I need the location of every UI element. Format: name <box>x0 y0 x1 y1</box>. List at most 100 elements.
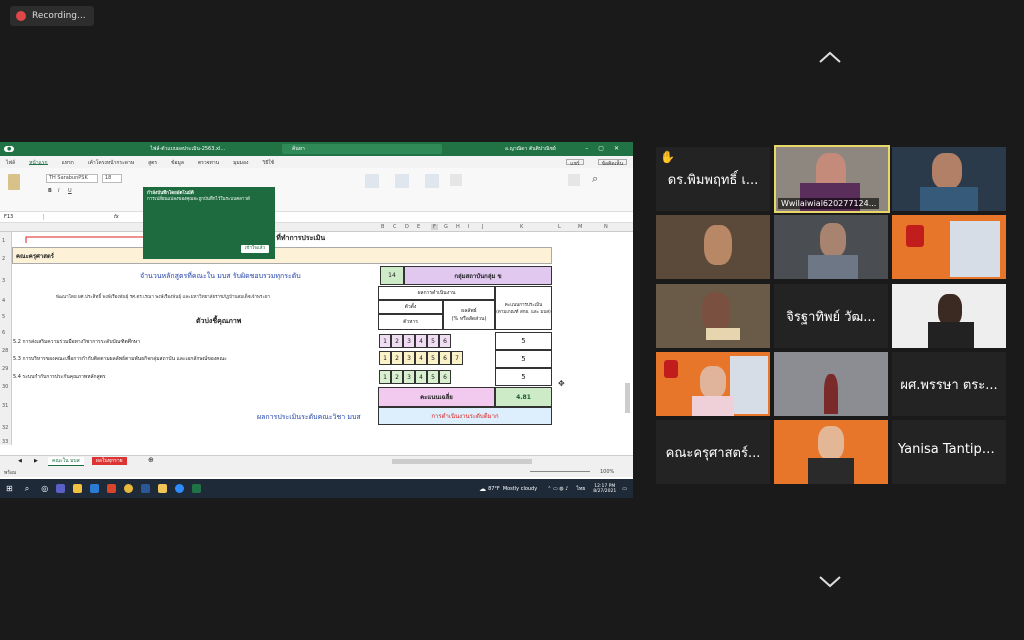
participant-tile[interactable]: จิรฐาทิพย์ วัฒ... <box>774 284 888 348</box>
participant-tile[interactable]: ✋ ดร.พิมพฤทธิ์ เ... <box>656 147 770 211</box>
explorer-icon[interactable] <box>158 484 168 493</box>
tab-view[interactable]: มุมมอง <box>233 159 248 166</box>
windows-start-icon[interactable]: ⊞ <box>6 484 13 493</box>
level-cell[interactable]: 7 <box>451 351 463 365</box>
participant-tile[interactable] <box>774 420 888 484</box>
level-cell[interactable]: 6 <box>439 334 451 348</box>
level-cell[interactable]: 2 <box>391 334 403 348</box>
tooltip-ok-button[interactable]: เข้าใจแล้ว <box>240 245 269 253</box>
participant-tile[interactable] <box>774 215 888 279</box>
tab-formulas[interactable]: สูตร <box>148 159 157 166</box>
score-5-3[interactable]: 5 <box>495 350 552 368</box>
level-cell[interactable]: 2 <box>391 370 403 384</box>
indicator-5-4[interactable]: 5.4 ระบบกำกับการประกันคุณภาพหลักสูตร <box>13 370 106 384</box>
paste-icon[interactable] <box>8 174 20 190</box>
participant-tile[interactable] <box>892 215 1006 279</box>
bold-button[interactable]: B <box>48 188 52 194</box>
participant-tile[interactable] <box>656 284 770 348</box>
tab-insert[interactable]: แทรก <box>62 159 74 166</box>
level-cell[interactable]: 6 <box>439 370 451 384</box>
level-cell[interactable]: 5 <box>427 370 439 384</box>
add-sheet-icon[interactable]: ⊕ <box>148 456 154 464</box>
level-cell[interactable]: 4 <box>415 370 427 384</box>
language-indicator[interactable]: ไทย <box>576 485 585 493</box>
sort-filter-icon[interactable] <box>568 174 580 186</box>
notification-icon[interactable]: ▭ <box>622 486 627 492</box>
chevron-up-icon[interactable] <box>818 50 842 64</box>
spreadsheet-grid[interactable]: A B C D E F G H I J K L M N 1 2 3 4 5 6 … <box>0 223 633 445</box>
tab-review[interactable]: ตรวจทาน <box>198 159 219 166</box>
score-5-4[interactable]: 5 <box>495 368 552 386</box>
autosave-toggle[interactable]: ● <box>4 146 15 152</box>
tab-help[interactable]: วิธีใช้ <box>262 159 274 166</box>
underline-button[interactable]: U <box>68 188 72 194</box>
tab-layout[interactable]: เค้าโครงหน้ากระดาษ <box>88 159 134 166</box>
name-box[interactable]: F13 <box>4 214 44 220</box>
participant-tile[interactable]: ผศ.พรรษา ตระ... <box>892 352 1006 416</box>
chrome-icon[interactable] <box>124 484 134 493</box>
participant-tile[interactable] <box>656 352 770 416</box>
search-icon[interactable]: ⌕ <box>25 484 29 494</box>
mail-icon[interactable] <box>90 484 100 493</box>
excel-taskbar-icon[interactable] <box>192 484 202 493</box>
files-icon[interactable] <box>73 484 83 493</box>
participant-tile[interactable] <box>656 215 770 279</box>
average-value[interactable]: 4.81 <box>495 387 552 407</box>
level-cell[interactable]: 4 <box>415 334 427 348</box>
zoom-icon[interactable] <box>175 484 185 493</box>
indicator-5-3[interactable]: 5.3 การบริหารของคณะเพื่อการกำกับติดตามผล… <box>13 352 227 366</box>
share-button[interactable]: แชร์ <box>566 159 584 167</box>
level-cell[interactable]: 3 <box>403 370 415 384</box>
find-select-icon[interactable]: ⌕ <box>592 172 598 186</box>
level-cell[interactable]: 1 <box>379 334 391 348</box>
tab-nav-right-icon[interactable]: ▶ <box>34 458 38 464</box>
italic-button[interactable]: I <box>58 188 59 194</box>
horizontal-scrollbar[interactable] <box>392 459 532 464</box>
conditional-format-icon[interactable] <box>365 174 379 188</box>
level-cell[interactable]: 4 <box>415 351 427 365</box>
level-cell[interactable]: 3 <box>403 334 415 348</box>
zoom-slider[interactable] <box>530 471 590 472</box>
teams-icon[interactable] <box>56 484 66 493</box>
system-tray[interactable]: ⌃ ▭ ◍ ♪ <box>547 486 568 492</box>
taskview-icon[interactable]: ◎ <box>41 484 48 493</box>
level-cell[interactable]: 1 <box>379 370 391 384</box>
office-icon[interactable] <box>107 484 117 493</box>
comments-button[interactable]: ข้อคิดเห็น <box>597 159 627 167</box>
participant-tile-active-speaker[interactable]: Wwilaiwial620277124... <box>774 145 890 213</box>
tab-data[interactable]: ข้อมูล <box>171 159 184 166</box>
search-box[interactable]: ค้นหา <box>282 144 442 154</box>
tab-file[interactable]: ไฟล์ <box>6 159 15 166</box>
font-size-select[interactable]: 18 <box>102 174 122 183</box>
level-cell[interactable]: 5 <box>427 351 439 365</box>
score-5-2[interactable]: 5 <box>495 332 552 350</box>
recording-indicator[interactable]: Recording... <box>10 6 94 26</box>
level-cell[interactable]: 6 <box>439 351 451 365</box>
participant-tile[interactable] <box>892 284 1006 348</box>
level-cell[interactable]: 5 <box>427 334 439 348</box>
indicator-5-2[interactable]: 5.2 การส่งเสริมความร่วมมือทางวิชาการระดั… <box>13 335 140 349</box>
level-cell[interactable]: 1 <box>379 351 391 365</box>
window-controls[interactable]: –▢✕ <box>585 145 629 152</box>
sheet-tab-2[interactable]: ผลในทุกราย <box>92 457 127 465</box>
participant-tile[interactable]: Yanisa Tantipa... <box>892 420 1006 484</box>
tab-nav-left-icon[interactable]: ◀ <box>18 458 22 464</box>
insert-cells-icon[interactable] <box>450 174 462 186</box>
table-format-icon[interactable] <box>395 174 409 188</box>
level-cell[interactable]: 2 <box>391 351 403 365</box>
tab-home[interactable]: หน้าแรก <box>29 159 48 166</box>
cell-style-icon[interactable] <box>425 174 439 188</box>
institution-group[interactable]: กลุ่มสถาบันกลุ่ม ข <box>404 266 552 285</box>
course-count-value[interactable]: 14 <box>380 266 404 285</box>
level-cell[interactable]: 3 <box>403 351 415 365</box>
chevron-down-icon[interactable] <box>818 575 842 589</box>
sheet-tab-1[interactable]: คณะใน มบส <box>48 457 84 466</box>
word-icon[interactable] <box>141 484 151 493</box>
participant-tile[interactable] <box>774 352 888 416</box>
vertical-scrollbar[interactable] <box>625 383 630 413</box>
participant-tile[interactable] <box>892 147 1006 211</box>
font-select[interactable]: TH SarabunPSK <box>46 174 98 183</box>
participant-tile[interactable]: คณะครุศาสตร์... <box>656 420 770 484</box>
evaluation-value[interactable]: การดำเนินงานระดับดีมาก <box>378 407 552 425</box>
faculty-name-cell[interactable]: คณะครุศาสตร์ <box>12 247 552 264</box>
